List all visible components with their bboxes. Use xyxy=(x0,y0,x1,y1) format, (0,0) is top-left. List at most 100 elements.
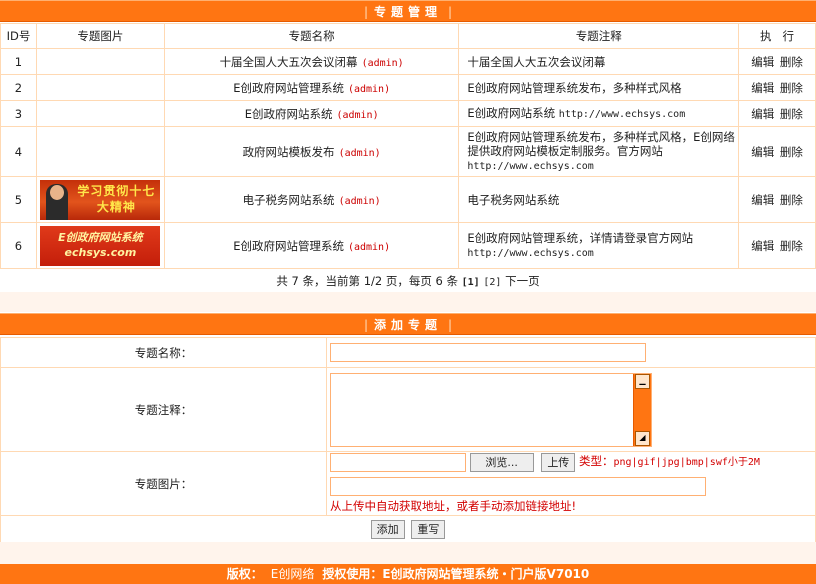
row-id: 6 xyxy=(0,222,37,269)
form-row-buttons: 添加 重写 xyxy=(0,515,816,544)
topic-note-textarea[interactable] xyxy=(331,373,633,446)
table-row: 1 十届全国人大五次会议闭幕 (admin) 十届全国人大五次会议闭幕 编辑 删除 xyxy=(0,48,816,75)
upload-button[interactable]: 上传 xyxy=(541,453,576,472)
row-image: 学习贯彻十七大精神 xyxy=(35,176,165,223)
topic-author: (admin) xyxy=(361,57,404,69)
add-header: | 添加专题 | xyxy=(0,313,816,335)
table-row: 2 E创政府网站管理系统 (admin) E创政府网站管理系统发布，多种样式风格 … xyxy=(0,74,816,101)
topic-image-thumb: E创政府网站系统 echsys.com xyxy=(40,225,161,266)
file-path-input[interactable] xyxy=(330,453,466,472)
row-actions: 编辑 删除 xyxy=(738,126,816,177)
edit-link[interactable]: 编辑 xyxy=(751,145,774,159)
topic-name: E创政府网站管理系统 xyxy=(233,238,344,253)
add-button[interactable]: 添加 xyxy=(370,520,405,539)
col-name: 专题名称 xyxy=(163,23,460,49)
scroll-up-button[interactable]: ▁ xyxy=(635,373,650,389)
row-image xyxy=(35,74,165,101)
row-actions: 编辑 删除 xyxy=(738,176,816,223)
topic-name: 电子税务网站系统 xyxy=(242,192,335,207)
topic-author: (admin) xyxy=(347,241,391,253)
thumb-text: E创政府网站系统 echsys.com xyxy=(58,230,143,259)
add-form: 专题名称： 专题注释： ▁ ◢ 专题图片： 浏览... 上传 类型：png|gi… xyxy=(0,337,816,544)
row-id: 2 xyxy=(0,74,37,101)
delete-link[interactable]: 删除 xyxy=(780,193,803,207)
table-row: 3 E创政府网站系统 (admin) E创政府网站系统 http://www.ec… xyxy=(0,100,816,127)
section-divider xyxy=(0,292,816,312)
topic-name: E创政府网站管理系统 xyxy=(233,80,344,95)
image-url-input[interactable] xyxy=(330,477,706,496)
next-page-link[interactable]: 下一页 xyxy=(505,274,540,288)
delete-link[interactable]: 删除 xyxy=(780,107,803,121)
edit-link[interactable]: 编辑 xyxy=(751,193,774,207)
type-label: 类型： xyxy=(578,454,614,468)
topic-note: E创政府网站管理系统发布，多种样式风格，E创网络提供政府网站模板定制服务。官方网… xyxy=(467,129,735,158)
edit-link[interactable]: 编辑 xyxy=(751,81,774,95)
row-id: 4 xyxy=(0,126,37,177)
image-label: 专题图片： xyxy=(0,451,327,516)
topic-author: (admin) xyxy=(347,83,391,95)
row-actions: 编辑 删除 xyxy=(738,48,816,75)
table-header-row: ID号 专题图片 专题名称 专题注释 执 行 xyxy=(0,23,816,49)
table-row: 4 政府网站模板发布 (admin) E创政府网站管理系统发布，多种样式风格，E创… xyxy=(0,126,816,177)
row-image: E创政府网站系统 echsys.com xyxy=(35,222,165,269)
name-label: 专题名称： xyxy=(0,337,327,368)
row-note: E创政府网站管理系统，详情请登录官方网站 http://www.echsys.co… xyxy=(458,222,740,269)
delete-link[interactable]: 删除 xyxy=(780,239,803,253)
row-id: 1 xyxy=(0,48,37,75)
footer-divider xyxy=(0,542,816,564)
topic-note: E创政府网站管理系统发布，多种样式风格 xyxy=(467,80,682,95)
topic-note-textarea-wrap: ▁ ◢ xyxy=(330,372,652,447)
row-name: E创政府网站系统 (admin) xyxy=(163,100,460,127)
row-actions: 编辑 删除 xyxy=(738,74,816,101)
topic-author: (admin) xyxy=(338,147,381,159)
upload-hint: 从上传中自动获取地址，或者手动添加链接地址! xyxy=(330,499,577,513)
row-name: E创政府网站管理系统 (admin) xyxy=(163,222,460,269)
col-note: 专题注释 xyxy=(458,23,740,49)
scroll-down-button[interactable]: ◢ xyxy=(635,430,650,446)
manage-header: | 专题管理 | xyxy=(0,0,816,22)
row-actions: 编辑 删除 xyxy=(738,222,816,269)
browse-button[interactable]: 浏览... xyxy=(469,453,534,472)
row-name: 电子税务网站系统 (admin) xyxy=(163,176,460,223)
topic-note-url: http://www.echsys.com xyxy=(467,160,594,172)
topic-note: E创政府网站系统 xyxy=(467,105,556,120)
topic-note: 电子税务网站系统 xyxy=(467,192,560,207)
row-actions: 编辑 删除 xyxy=(738,100,816,127)
row-note: E创政府网站管理系统发布，多种样式风格 xyxy=(458,74,740,101)
topic-image-thumb: 学习贯彻十七大精神 xyxy=(40,179,161,220)
edit-link[interactable]: 编辑 xyxy=(751,55,774,69)
page-1-link[interactable]: [1] xyxy=(462,277,480,288)
topic-note-url: http://www.echsys.com xyxy=(558,108,686,120)
table-row: 6 E创政府网站系统 echsys.com E创政府网站管理系统 (admin) … xyxy=(0,222,816,269)
pager-summary: 共 7 条，当前第 1/2 页，每页 6 条 xyxy=(276,274,458,288)
row-id: 5 xyxy=(0,176,37,223)
col-id: ID号 xyxy=(0,23,37,49)
thumb-text: 学习贯彻十七大精神 xyxy=(77,183,156,214)
delete-link[interactable]: 删除 xyxy=(780,145,803,159)
col-image: 专题图片 xyxy=(35,23,165,49)
edit-link[interactable]: 编辑 xyxy=(751,239,774,253)
row-name: E创政府网站管理系统 (admin) xyxy=(163,74,460,101)
topic-note: 十届全国人大五次会议闭幕 xyxy=(467,54,606,69)
form-row-name: 专题名称： xyxy=(0,337,816,368)
reset-button[interactable]: 重写 xyxy=(411,520,446,539)
row-note: E创政府网站系统 http://www.echsys.com xyxy=(458,100,740,127)
page-2-link[interactable]: [2] xyxy=(483,277,501,288)
row-image xyxy=(35,100,165,127)
copyright-label: 版权： xyxy=(226,567,263,581)
delete-link[interactable]: 删除 xyxy=(780,81,803,95)
portrait-face xyxy=(50,184,65,200)
row-note: E创政府网站管理系统发布，多种样式风格，E创网络提供政府网站模板定制服务。官方网… xyxy=(458,126,740,177)
license-text: 授权使用：E创政府网站管理系统・门户版V7010 xyxy=(322,567,590,581)
row-id: 3 xyxy=(0,100,37,127)
manage-title: 专题管理 xyxy=(373,5,442,19)
topic-note-url: http://www.echsys.com xyxy=(467,247,594,259)
topic-name-input[interactable] xyxy=(330,343,646,362)
company-name: E创网络 xyxy=(270,567,315,581)
row-note: 十届全国人大五次会议闭幕 xyxy=(458,48,740,75)
form-row-note: 专题注释： ▁ ◢ xyxy=(0,367,816,452)
delete-link[interactable]: 删除 xyxy=(780,55,803,69)
scrollbar[interactable]: ▁ ◢ xyxy=(633,373,651,446)
topic-table: ID号 专题图片 专题名称 专题注释 执 行 1 十届全国人大五次会议闭幕 (ad… xyxy=(0,23,816,269)
edit-link[interactable]: 编辑 xyxy=(751,107,774,121)
